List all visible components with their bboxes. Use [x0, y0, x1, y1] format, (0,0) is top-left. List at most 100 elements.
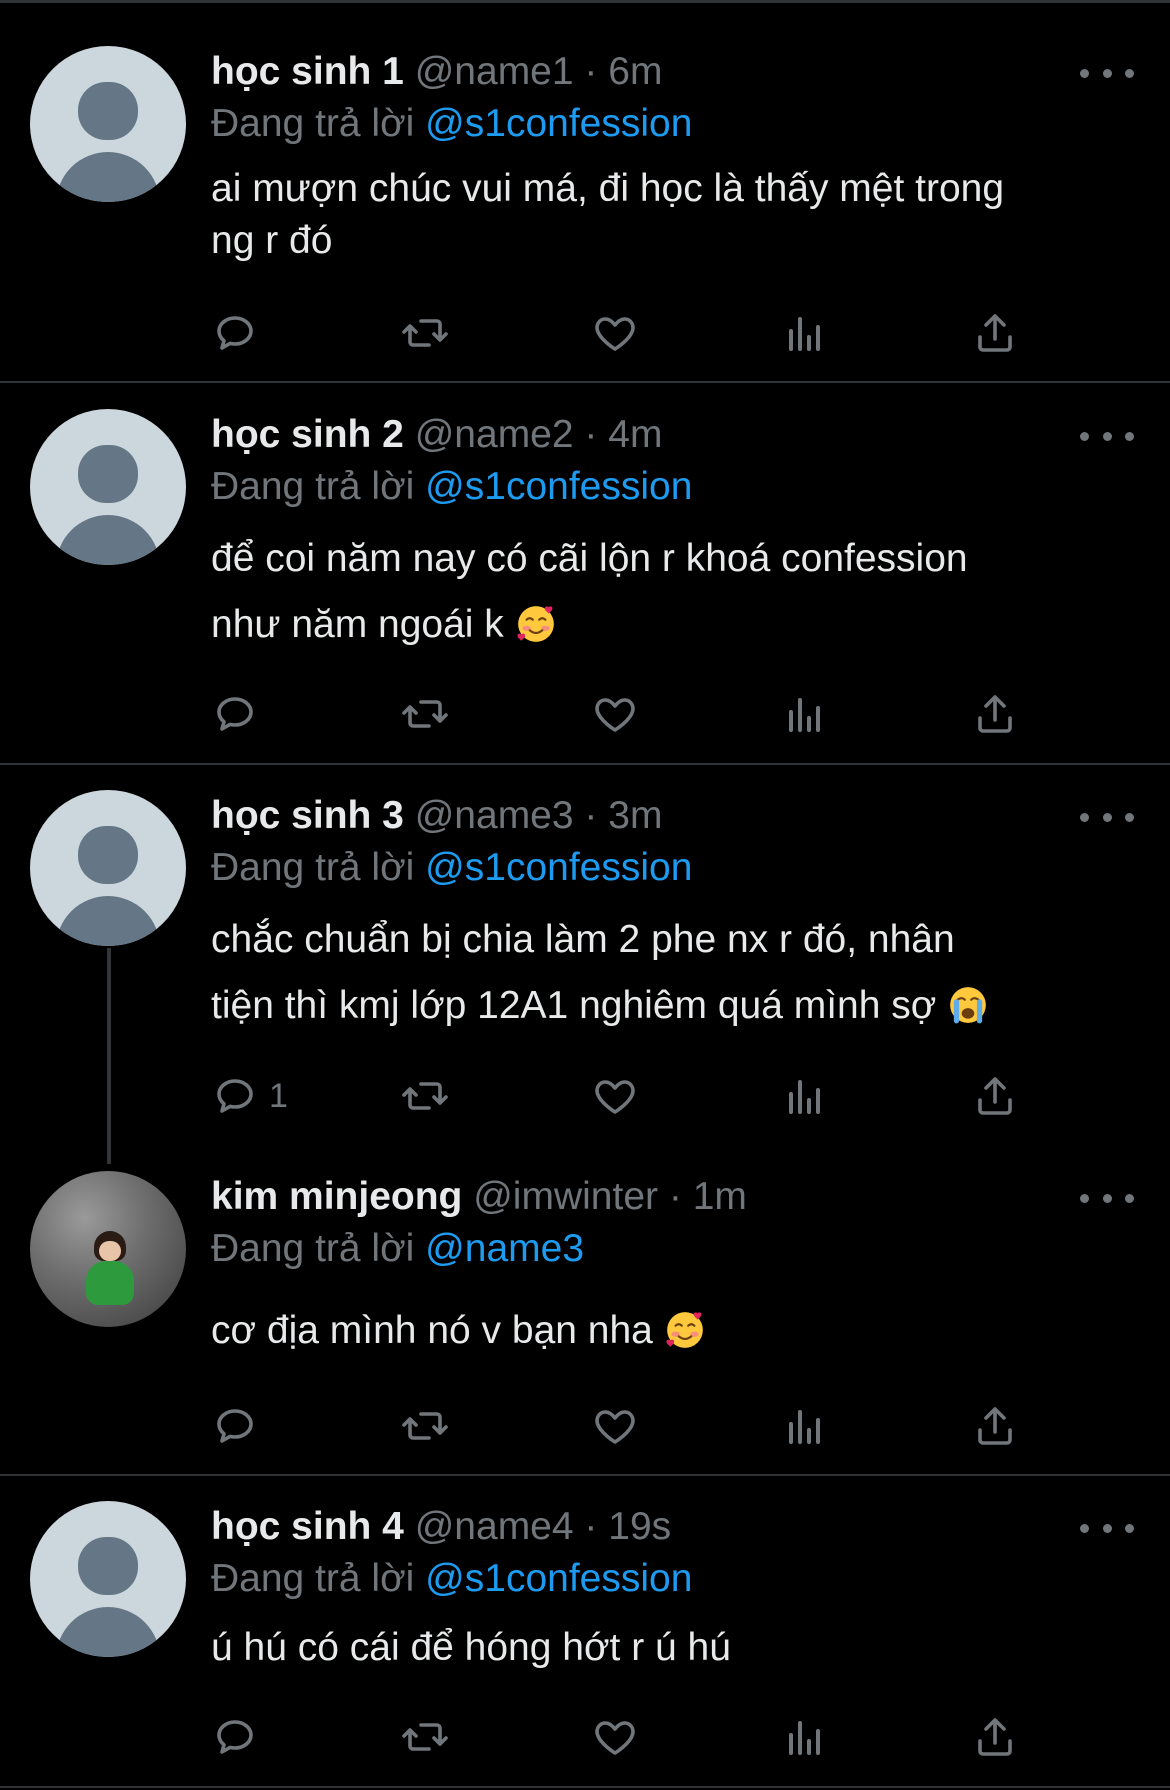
tweet-text-line: tiện thì kmj lớp 12A1 nghiêm quá mình sợ: [211, 984, 937, 1027]
smiling-face-with-hearts-icon: [666, 1312, 703, 1348]
loudly-crying-face-icon: [950, 987, 987, 1024]
replying-to: Đang trả lời @s1confession: [211, 1554, 692, 1604]
views-button[interactable]: [781, 1070, 829, 1122]
retweet-button[interactable]: [401, 1400, 449, 1452]
tweet-text: ú hú có cái để hóng hớt r ú hú: [211, 1615, 1131, 1681]
retweet-icon: [402, 1082, 448, 1110]
default-avatar-icon[interactable]: [30, 409, 186, 565]
heart-icon: [595, 1721, 635, 1755]
user-handle[interactable]: @name4: [415, 1505, 574, 1548]
timestamp[interactable]: 4m: [608, 413, 662, 456]
reply-button[interactable]: [211, 307, 259, 359]
like-button[interactable]: [591, 1711, 639, 1763]
timestamp[interactable]: 6m: [608, 50, 662, 93]
heart-icon: [595, 698, 635, 732]
user-handle[interactable]: @imwinter: [473, 1175, 658, 1218]
like-button[interactable]: [591, 1070, 639, 1122]
reply-icon: [217, 1409, 253, 1443]
share-button[interactable]: [971, 1070, 1019, 1122]
tweet[interactable]: kim minjeong @imwinter · 1m Đang trả lời…: [0, 1164, 1170, 1476]
tweet-actions: [211, 307, 1111, 359]
views-button[interactable]: [781, 307, 829, 359]
share-icon: [978, 1718, 1012, 1756]
replying-to-label: Đang trả lời: [211, 846, 415, 889]
profile-photo-avatar[interactable]: [30, 1171, 186, 1327]
tweet[interactable]: học sinh 4 @name4 · 19s Đang trả lời @s1…: [0, 1475, 1170, 1790]
tweet-text: để coi năm nay có cãi lộn r khoá confess…: [211, 526, 1131, 658]
views-button[interactable]: [781, 1711, 829, 1763]
replying-to-label: Đang trả lời: [211, 102, 415, 145]
display-name[interactable]: học sinh 2: [211, 413, 404, 456]
reply-icon: [217, 697, 253, 731]
mention-link[interactable]: @s1confession: [425, 1557, 692, 1600]
retweet-icon: [402, 700, 448, 728]
tweet-text-line: chắc chuẩn bị chia làm 2 phe nx r đó, nh…: [211, 918, 955, 961]
retweet-button[interactable]: [401, 688, 449, 740]
user-handle[interactable]: @name2: [415, 413, 574, 456]
default-avatar-icon[interactable]: [30, 1501, 186, 1657]
reply-button[interactable]: 1: [211, 1070, 288, 1122]
tweet-header: học sinh 4 @name4 · 19s: [211, 1502, 671, 1552]
timestamp[interactable]: 19s: [608, 1505, 671, 1548]
share-button[interactable]: [971, 1711, 1019, 1763]
default-avatar-icon[interactable]: [30, 46, 186, 202]
tweet-text-line: để coi năm nay có cãi lộn r khoá confess…: [211, 537, 968, 580]
retweet-button[interactable]: [401, 1711, 449, 1763]
more-options-icon[interactable]: [1080, 1513, 1134, 1543]
tweet-header: học sinh 2 @name2 · 4m: [211, 410, 662, 460]
tweet-text-line-2: như năm ngoái k: [211, 592, 1131, 658]
display-name[interactable]: học sinh 1: [211, 50, 404, 93]
like-button[interactable]: [591, 688, 639, 740]
heart-icon: [595, 317, 635, 351]
reply-button[interactable]: [211, 1400, 259, 1452]
reply-button[interactable]: [211, 688, 259, 740]
share-button[interactable]: [971, 1400, 1019, 1452]
share-button[interactable]: [971, 307, 1019, 359]
like-button[interactable]: [591, 307, 639, 359]
views-icon: [789, 1721, 820, 1755]
tweet-text-line: cơ địa mình nó v bạn nha: [211, 1309, 653, 1352]
display-name[interactable]: học sinh 4: [211, 1505, 404, 1548]
retweet-button[interactable]: [401, 1070, 449, 1122]
user-handle[interactable]: @name1: [415, 50, 574, 93]
like-button[interactable]: [591, 1400, 639, 1452]
separator-dot: ·: [584, 50, 598, 93]
tweet[interactable]: học sinh 1 @name1 · 6m Đang trả lời @s1c…: [0, 0, 1170, 383]
timestamp[interactable]: 3m: [608, 794, 662, 837]
mention-link[interactable]: @s1confession: [425, 102, 692, 145]
more-options-icon[interactable]: [1080, 1183, 1134, 1213]
smiling-face-with-hearts-icon: [517, 606, 554, 642]
tweet-divider: [0, 1786, 1170, 1788]
tweet-text-line: ng r đó: [211, 219, 333, 262]
tweet-text: cơ địa mình nó v bạn nha: [211, 1298, 1131, 1364]
replying-to-label: Đang trả lời: [211, 1227, 415, 1270]
default-avatar-icon[interactable]: [30, 790, 186, 946]
tweet-actions: [211, 1400, 1111, 1452]
mention-link[interactable]: @s1confession: [425, 465, 692, 508]
reply-button[interactable]: [211, 1711, 259, 1763]
tweet-text-line: ai mượn chúc vui má, đi học là thấy mệt …: [211, 167, 1005, 210]
user-handle[interactable]: @name3: [415, 794, 574, 837]
mention-link[interactable]: @name3: [425, 1227, 584, 1270]
mention-link[interactable]: @s1confession: [425, 846, 692, 889]
tweet-actions: [211, 688, 1111, 740]
retweet-button[interactable]: [401, 307, 449, 359]
display-name[interactable]: kim minjeong: [211, 1175, 462, 1218]
tweet[interactable]: học sinh 3 @name3 · 3m Đang trả lời @s1c…: [0, 764, 1170, 1164]
separator-dot: ·: [584, 413, 598, 456]
share-button[interactable]: [971, 688, 1019, 740]
display-name[interactable]: học sinh 3: [211, 794, 404, 837]
more-options-icon[interactable]: [1080, 802, 1134, 832]
thread-connector-line: [107, 948, 111, 1164]
more-options-icon[interactable]: [1080, 421, 1134, 451]
replying-to: Đang trả lời @s1confession: [211, 843, 692, 893]
views-button[interactable]: [781, 688, 829, 740]
timestamp[interactable]: 1m: [693, 1175, 747, 1218]
reply-icon: [217, 1079, 253, 1113]
tweet[interactable]: học sinh 2 @name2 · 4m Đang trả lời @s1c…: [0, 383, 1170, 765]
more-options-icon[interactable]: [1080, 58, 1134, 88]
share-icon: [978, 695, 1012, 733]
tweet-actions: [211, 1711, 1111, 1763]
replying-to-label: Đang trả lời: [211, 465, 415, 508]
views-button[interactable]: [781, 1400, 829, 1452]
